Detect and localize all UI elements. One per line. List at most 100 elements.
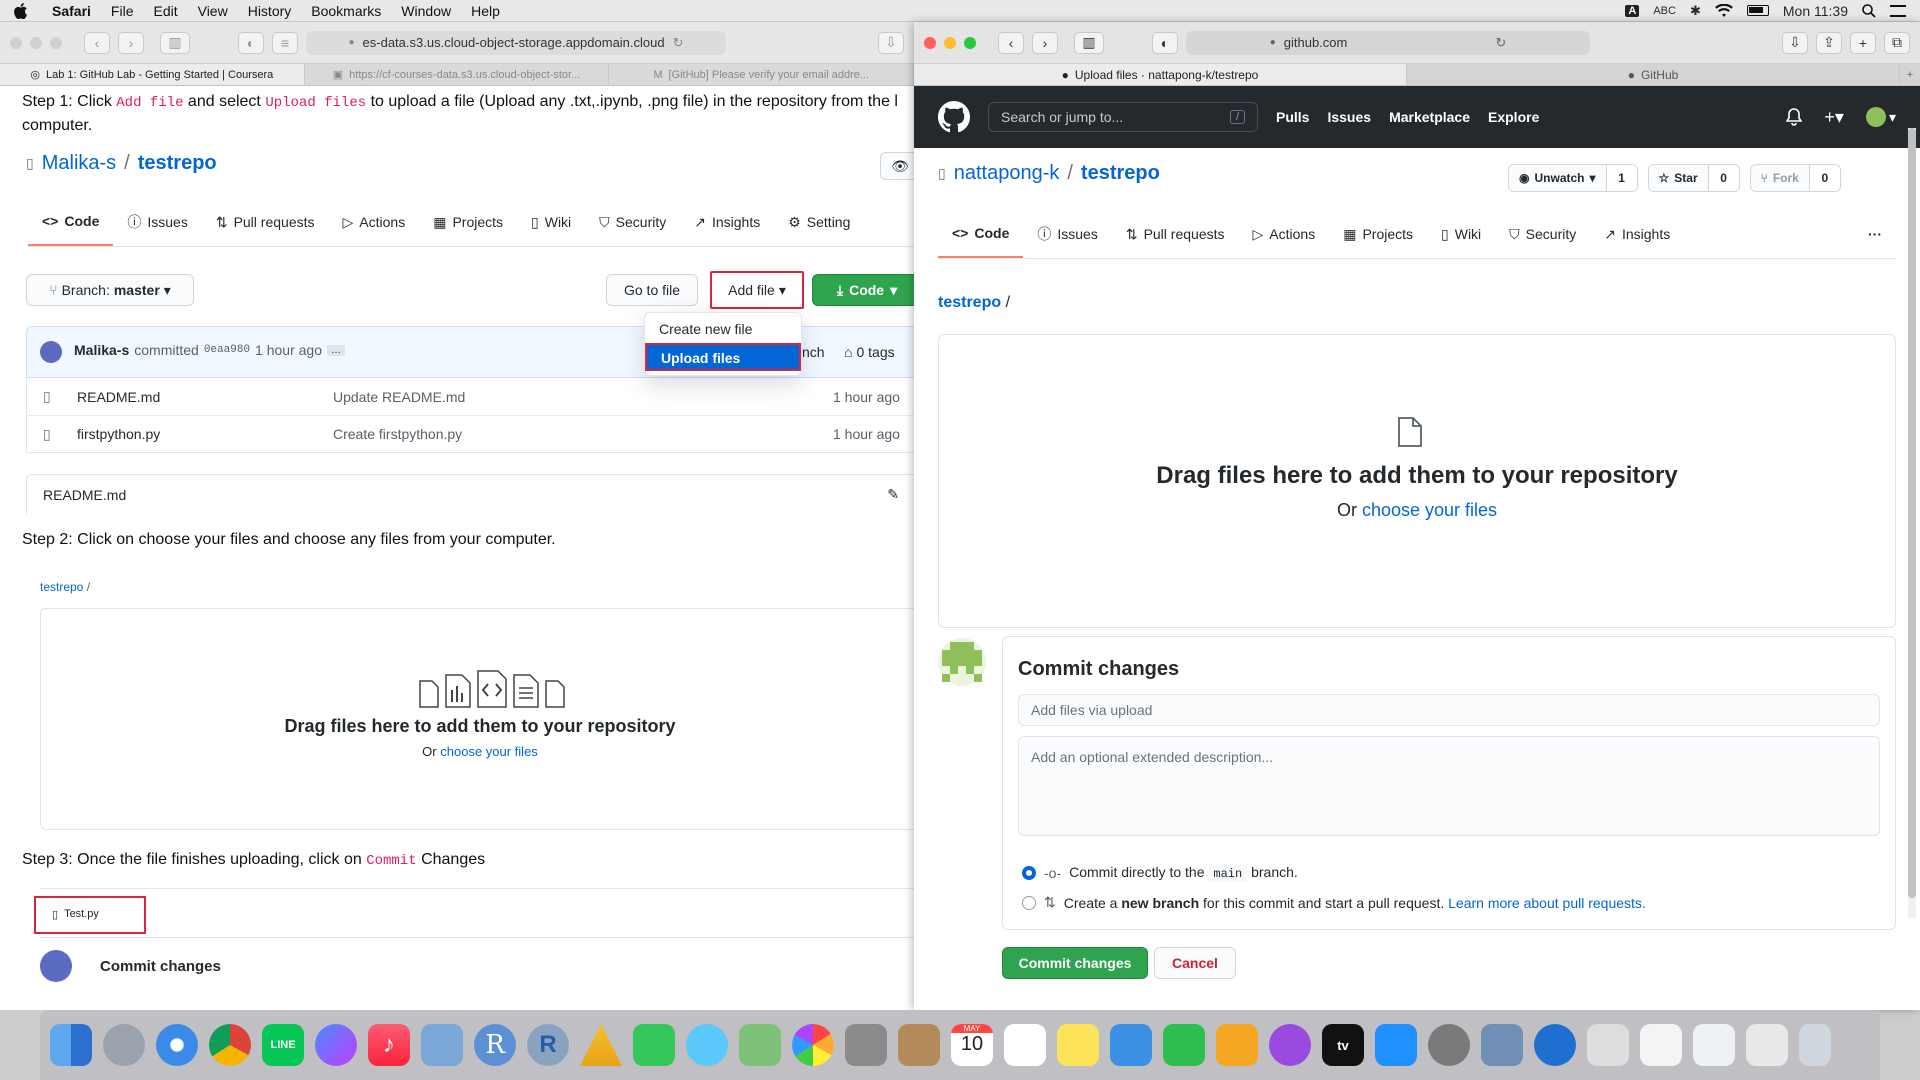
tab-pull-requests[interactable]: ⇅ Pull requests	[1112, 210, 1239, 258]
music-icon[interactable]: ♪	[368, 1024, 410, 1066]
bell-icon[interactable]	[1786, 108, 1803, 126]
tab-overview-icon[interactable]: ⧉	[1884, 31, 1910, 54]
menu-history[interactable]: History	[238, 3, 302, 19]
radio-unselected[interactable]	[1022, 895, 1036, 910]
pencil-icon[interactable]: ✎	[887, 486, 899, 503]
messenger-icon[interactable]	[315, 1024, 357, 1066]
back-button[interactable]: ‹	[998, 31, 1024, 54]
branch-select[interactable]: ⑂ Branch: master ▾	[26, 274, 194, 306]
app-store-icon[interactable]	[1375, 1024, 1417, 1066]
close-window-button[interactable]	[10, 36, 22, 49]
window-thumbnail-icon[interactable]	[1693, 1024, 1735, 1066]
nav-marketplace[interactable]: Marketplace	[1389, 109, 1470, 125]
battery-icon[interactable]	[1746, 5, 1769, 16]
spotlight-icon[interactable]	[1862, 3, 1876, 18]
nav-explore[interactable]: Explore	[1488, 109, 1539, 125]
branches-link-fragment[interactable]: nch	[802, 344, 825, 360]
menu-window[interactable]: Window	[391, 3, 461, 19]
commit-summary-input[interactable]: Add files via upload	[1018, 694, 1880, 726]
watch-count[interactable]: 1	[1606, 165, 1637, 191]
downloads-icon[interactable]: ⇩	[1782, 31, 1808, 54]
user-avatar-icon[interactable]: ▾	[1865, 107, 1896, 127]
go-to-file-button[interactable]: Go to file	[606, 274, 698, 306]
r-icon[interactable]: R	[474, 1024, 516, 1066]
unwatch-button[interactable]: ◉ Unwatch ▾ 1	[1508, 164, 1638, 192]
commit-expand-button[interactable]: …	[327, 344, 345, 356]
tab-security[interactable]: ⛉ Security	[1495, 210, 1590, 258]
tab-github[interactable]: ● GitHub	[1407, 64, 1900, 85]
notes-icon[interactable]	[1057, 1024, 1099, 1066]
photos-icon[interactable]	[792, 1024, 834, 1066]
menu-bookmarks[interactable]: Bookmarks	[301, 3, 391, 19]
privacy-shield-icon[interactable]: ◐	[238, 31, 264, 54]
tab-coursera[interactable]: ◎ Lab 1: GitHub Lab - Getting Started | C…	[0, 64, 305, 85]
file-commit-message[interactable]: Create firstpython.py	[333, 426, 833, 442]
commit-direct-option[interactable]: -o- Commit directly to the main branch.	[1022, 864, 1298, 883]
triangle-app-icon[interactable]	[580, 1024, 622, 1066]
reader-icon[interactable]: ≡	[272, 31, 298, 54]
contacts-icon[interactable]	[898, 1024, 940, 1066]
nav-pulls[interactable]: Pulls	[1276, 109, 1309, 125]
system-preferences-icon[interactable]	[1428, 1024, 1470, 1066]
minimize-window-button[interactable]	[30, 36, 42, 49]
forward-button[interactable]: ›	[1032, 31, 1058, 54]
control-center-icon[interactable]	[1890, 4, 1906, 17]
screenshot-icon[interactable]	[1481, 1024, 1523, 1066]
commit-new-branch-option[interactable]: ⇅ Create a new branch for this commit an…	[1022, 894, 1646, 911]
breadcrumb-repo-link[interactable]: testrepo	[938, 294, 1001, 311]
tab-projects[interactable]: ▦ Projects	[1329, 210, 1427, 258]
commit-sha[interactable]: 0eaa980	[204, 344, 250, 356]
zoom-window-button[interactable]	[50, 36, 62, 49]
add-file-button[interactable]: Add file ▾	[714, 275, 800, 305]
code-button[interactable]: ⤓ Code ▾	[812, 274, 914, 306]
star-button[interactable]: ☆ Star 0	[1647, 164, 1740, 192]
reload-icon[interactable]: ↻	[673, 35, 684, 51]
menu-upload-files[interactable]: Upload files	[645, 343, 801, 371]
learn-more-link[interactable]: Learn more about pull requests.	[1448, 895, 1646, 911]
finder-icon[interactable]	[50, 1024, 92, 1066]
commit-changes-button[interactable]: Commit changes	[1002, 947, 1148, 979]
right-address-bar[interactable]: ● github.com ↻	[1186, 30, 1590, 55]
tab-actions[interactable]: ▷ Actions	[329, 198, 420, 246]
file-name[interactable]: firstpython.py	[77, 426, 333, 442]
bluetooth-icon[interactable]: ✱	[1690, 3, 1701, 19]
launchpad-icon[interactable]	[103, 1024, 145, 1066]
new-tab-button[interactable]: +	[1900, 64, 1920, 85]
window-thumbnail-icon[interactable]	[1746, 1024, 1788, 1066]
numbers-icon[interactable]	[1163, 1024, 1205, 1066]
calculator-icon[interactable]	[845, 1024, 887, 1066]
repo-owner-link[interactable]: Malika-s	[42, 152, 116, 175]
tab-cf-courses[interactable]: ▣ https://cf-courses-data.s3.us.cloud-obj…	[305, 64, 610, 85]
tab-projects[interactable]: ▦ Projects	[419, 198, 517, 246]
commit-author[interactable]: Malika-s	[74, 342, 129, 358]
tab-wiki[interactable]: ▯ Wiki	[1427, 210, 1495, 258]
commit-description-textarea[interactable]: Add an optional extended description...	[1018, 736, 1880, 836]
tab-insights[interactable]: ↗ Insights	[1590, 210, 1684, 258]
input-source-icon[interactable]: A	[1625, 4, 1640, 17]
left-address-bar[interactable]: ● es-data.s3.us.cloud-object-storage.app…	[306, 30, 726, 55]
tab-code[interactable]: <> Code	[28, 198, 114, 246]
maps-icon[interactable]	[739, 1024, 781, 1066]
cancel-button[interactable]: Cancel	[1154, 947, 1236, 979]
tab-upload-files[interactable]: ● Upload files · nattapong-k/testrepo	[914, 64, 1407, 85]
menu-edit[interactable]: Edit	[143, 3, 187, 19]
wifi-icon[interactable]	[1715, 3, 1733, 18]
calendar-icon[interactable]: MAY 10	[951, 1024, 993, 1066]
repo-name-link[interactable]: testrepo	[138, 152, 217, 175]
downloads-icon[interactable]: ⇩	[878, 31, 904, 54]
apple-icon[interactable]	[0, 2, 42, 19]
safari-icon[interactable]	[156, 1024, 198, 1066]
menu-file[interactable]: File	[101, 3, 144, 19]
sidebar-toggle-icon[interactable]: ▥	[160, 31, 190, 54]
scrollbar[interactable]	[1908, 128, 1916, 918]
document-stack-icon[interactable]	[1640, 1024, 1682, 1066]
close-window-button[interactable]	[924, 36, 936, 49]
tab-gmail[interactable]: M [GitHub] Please verify your email addre…	[609, 64, 914, 85]
tab-issues[interactable]: ⓘ Issues	[113, 198, 201, 246]
clock[interactable]: Mon 11:39	[1783, 3, 1848, 19]
minimize-window-button[interactable]	[944, 36, 956, 49]
forward-button[interactable]: ›	[118, 31, 144, 54]
nav-issues[interactable]: Issues	[1327, 109, 1371, 125]
preview-icon[interactable]	[421, 1024, 463, 1066]
watch-icon[interactable]: 👁	[880, 152, 914, 180]
